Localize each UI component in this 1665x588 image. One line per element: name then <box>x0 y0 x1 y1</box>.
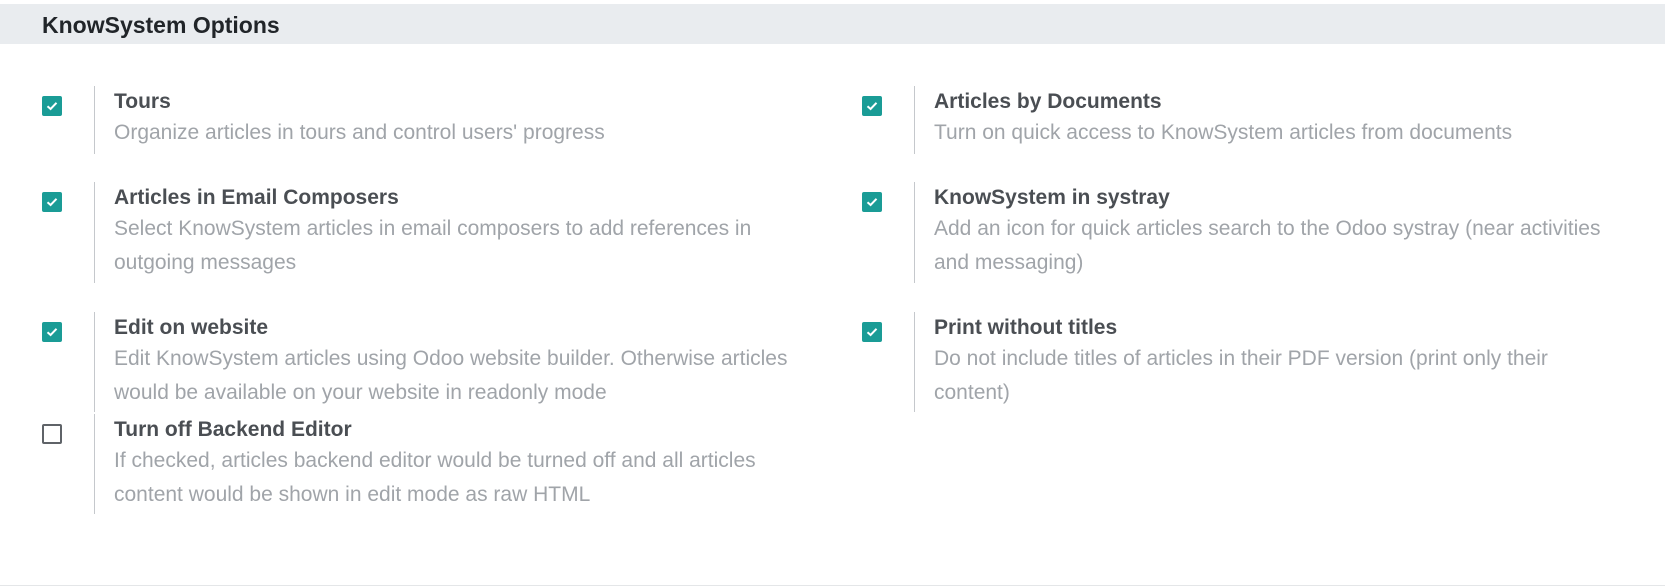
setting-content: KnowSystem in systray Add an icon for qu… <box>934 182 1614 280</box>
setting-description: Turn on quick access to KnowSystem artic… <box>934 121 1513 144</box>
setting-label[interactable]: Print without titles <box>934 314 1614 342</box>
check-icon <box>46 102 58 111</box>
setting-content: Articles by Documents Turn on quick acce… <box>934 86 1614 150</box>
setting-description: Organize articles in tours and control u… <box>114 121 605 144</box>
setting-label[interactable]: Edit on website <box>114 314 794 342</box>
tours-checkbox[interactable] <box>42 96 62 116</box>
setting-content: Turn off Backend Editor If checked, arti… <box>114 414 794 512</box>
setting-divider <box>914 312 915 412</box>
setting-divider <box>94 182 95 283</box>
setting-label[interactable]: Articles by Documents <box>934 88 1614 116</box>
setting-description: If checked, articles backend editor woul… <box>114 449 756 506</box>
setting-divider <box>914 86 915 154</box>
setting-description: Do not include titles of articles in the… <box>934 347 1548 404</box>
setting-label[interactable]: Tours <box>114 88 794 116</box>
knowsystem-in-systray-checkbox[interactable] <box>862 192 882 212</box>
turn-off-backend-editor-checkbox[interactable] <box>42 424 62 444</box>
setting-divider <box>94 86 95 154</box>
print-without-titles-checkbox[interactable] <box>862 322 882 342</box>
setting-description: Select KnowSystem articles in email comp… <box>114 217 752 274</box>
setting-label[interactable]: Turn off Backend Editor <box>114 416 794 444</box>
check-icon <box>866 102 878 111</box>
setting-divider <box>94 414 95 514</box>
setting-label[interactable]: KnowSystem in systray <box>934 184 1614 212</box>
setting-content: Print without titles Do not include titl… <box>934 312 1614 410</box>
section-header: KnowSystem Options <box>0 4 1665 44</box>
setting-content: Tours Organize articles in tours and con… <box>114 86 794 150</box>
setting-content: Articles in Email Composers Select KnowS… <box>114 182 794 280</box>
articles-by-documents-checkbox[interactable] <box>862 96 882 116</box>
setting-divider <box>914 182 915 283</box>
setting-description: Edit KnowSystem articles using Odoo webs… <box>114 347 788 404</box>
setting-description: Add an icon for quick articles search to… <box>934 217 1601 274</box>
articles-in-email-composers-checkbox[interactable] <box>42 192 62 212</box>
section-title: KnowSystem Options <box>42 12 280 38</box>
setting-label[interactable]: Articles in Email Composers <box>114 184 794 212</box>
check-icon <box>46 328 58 337</box>
edit-on-website-checkbox[interactable] <box>42 322 62 342</box>
section-bottom-border <box>0 585 1665 586</box>
check-icon <box>866 198 878 207</box>
check-icon <box>866 328 878 337</box>
setting-divider <box>94 312 95 412</box>
setting-content: Edit on website Edit KnowSystem articles… <box>114 312 794 410</box>
check-icon <box>46 198 58 207</box>
